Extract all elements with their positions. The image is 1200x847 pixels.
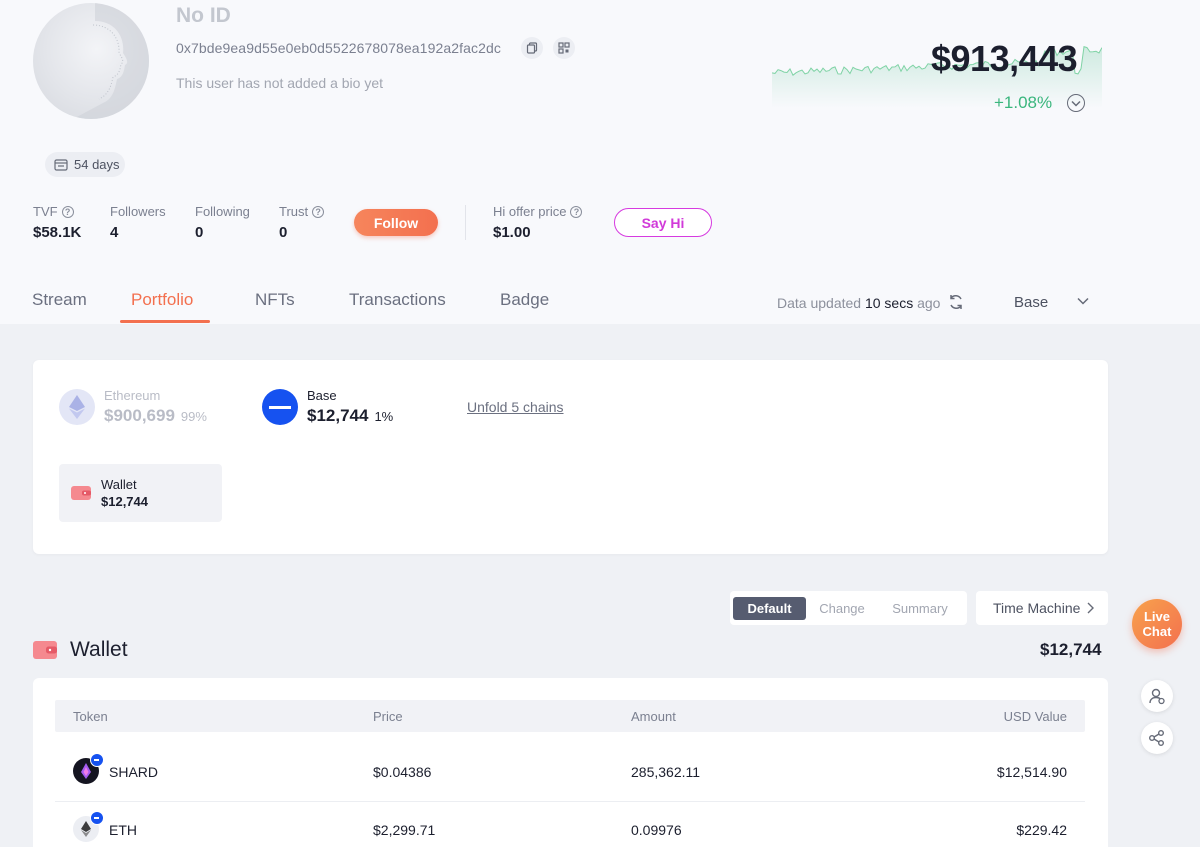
stat-label: Following [195,204,250,219]
stat-followers[interactable]: Followers 4 [110,204,166,241]
help-icon[interactable]: ? [61,205,74,218]
qr-code-icon[interactable] [553,37,575,59]
profile-name: No ID [176,4,231,27]
updated-suffix: ago [917,295,941,311]
token-usd-value: $229.42 [1016,822,1067,838]
stat-hi-offer-price: Hi offer price? $1.00 [493,204,583,241]
chevron-down-icon[interactable] [1067,94,1085,112]
column-header-amount: Amount [631,709,676,724]
view-summary-button[interactable]: Summary [882,597,958,620]
share-icon[interactable] [1141,722,1173,754]
help-icon[interactable]: ? [570,205,583,218]
live-chat-line1: Live [1143,609,1170,624]
stat-following[interactable]: Following 0 [195,204,250,241]
chain-select[interactable]: Base [1014,294,1048,311]
base-chain-badge-icon [90,753,104,767]
token-symbol: ETH [109,822,137,838]
chevron-right-icon [1087,602,1095,614]
stat-value: $1.00 [493,224,531,241]
tab-transactions[interactable]: Transactions [349,290,446,310]
active-tab-indicator [120,320,210,323]
chain-item-ethereum[interactable]: Ethereum $900,699 99% [59,388,207,426]
view-default-button[interactable]: Default [733,597,806,620]
unfold-chains-link[interactable]: Unfold 5 chains [467,399,564,415]
stat-label: TVF [33,204,58,219]
column-header-usd-value: USD Value [1003,709,1067,724]
follow-button[interactable]: Follow [354,209,438,236]
tab-portfolio[interactable]: Portfolio [131,290,193,310]
divider [465,205,466,240]
stat-trust: Trust? 0 [279,204,325,241]
wallet-tile[interactable]: Wallet $12,744 [59,464,222,522]
stat-label: Followers [110,204,166,219]
account-age-chip: 54 days [45,152,125,177]
tab-stream[interactable]: Stream [32,290,87,310]
base-chain-badge-icon [90,811,104,825]
net-worth-change: +1.08% [994,93,1053,112]
table-row[interactable]: SHARD $0.04386 285,362.11 $12,514.90 [55,744,1085,801]
stat-value: 0 [195,224,204,241]
help-icon[interactable]: ? [312,205,325,218]
calendar-icon [54,159,68,171]
stat-value: $58.1K [33,224,82,241]
wallet-icon [71,486,91,500]
chain-name: Base [307,388,337,403]
view-change-button[interactable]: Change [810,597,874,620]
updated-time: 10 secs [864,295,914,311]
time-machine-label: Time Machine [993,600,1081,616]
data-updated-status: Data updated 10 secs ago [777,295,940,311]
stat-label: Trust [279,204,309,219]
wallet-section-total: $12,744 [1040,640,1102,659]
stat-label: Hi offer price [493,204,567,219]
stat-value: 4 [110,224,119,241]
profile-bio: This user has not added a bio yet [176,75,384,91]
column-header-token: Token [73,709,108,724]
stat-value: 0 [279,224,288,241]
tab-badge[interactable]: Badge [500,290,549,310]
view-mode-switch: Default Change Summary [730,591,967,625]
account-age: 54 days [74,157,120,172]
wallet-token-table: Token Price Amount USD Value SHARD $0.04… [33,678,1108,847]
user-profile-icon[interactable] [1141,680,1173,712]
chain-value: $12,744 [307,406,369,425]
stat-tvf: TVF? $58.1K [33,204,81,241]
time-machine-button[interactable]: Time Machine [976,591,1108,625]
column-header-price: Price [373,709,403,724]
token-amount: 285,362.11 [631,764,701,780]
say-hi-button[interactable]: Say Hi [614,208,712,237]
table-row[interactable]: ETH $2,299.71 0.09976 $229.42 [55,801,1085,847]
chain-percent: 99% [180,409,207,424]
wallet-section-title: Wallet [70,638,128,661]
chevron-down-icon[interactable] [1077,296,1089,306]
wallet-tile-label: Wallet [101,477,137,492]
updated-prefix: Data updated [777,295,862,311]
live-chat-button[interactable]: Live Chat [1132,599,1182,649]
refresh-icon[interactable] [947,293,965,311]
chain-value: $900,699 [104,406,175,425]
tab-nfts[interactable]: NFTs [255,290,295,310]
token-amount: 0.09976 [631,822,682,838]
table-header: Token Price Amount USD Value [55,700,1085,732]
profile-header: No ID 0x7bde9ea9d55e0eb0d5522678078ea192… [0,0,1200,324]
live-chat-line2: Chat [1142,624,1172,639]
token-usd-value: $12,514.90 [996,764,1067,780]
net-worth-value: $913,443 [931,38,1078,79]
token-symbol: SHARD [109,764,159,780]
wallet-icon [33,641,57,659]
chain-item-base[interactable]: Base $12,744 1% [262,388,393,426]
wallet-address: 0x7bde9ea9d55e0eb0d5522678078ea192a2fac2… [176,40,501,56]
ethereum-icon [59,389,95,425]
base-icon [262,389,298,425]
chain-percent: 1% [374,409,394,424]
chain-summary-card: Ethereum $900,699 99% Base $12,744 1% Unfo… [33,360,1108,554]
wallet-tile-value: $12,744 [101,494,148,509]
avatar [33,3,149,119]
copy-icon[interactable] [521,37,543,59]
chain-name: Ethereum [104,388,161,403]
token-price: $0.04386 [373,764,432,780]
token-price: $2,299.71 [373,822,436,838]
